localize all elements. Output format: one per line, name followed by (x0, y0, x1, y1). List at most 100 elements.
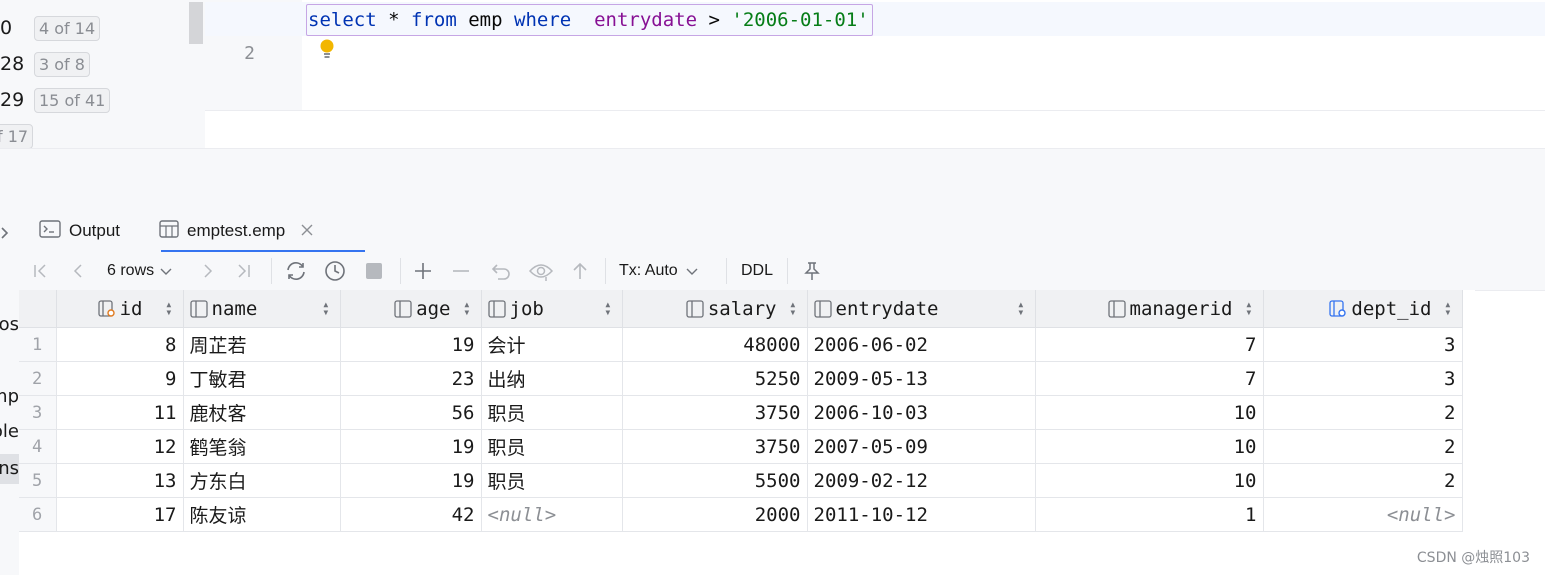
row-number-header[interactable] (19, 290, 57, 328)
table-row[interactable]: 4 12 鹤笔翁 19 职员 3750 2007-05-09 10 2 (19, 429, 1475, 464)
cell-age[interactable]: 19 (340, 327, 482, 362)
prev-page-icon[interactable] (67, 252, 89, 290)
last-page-icon[interactable] (233, 252, 255, 290)
cell-entrydate[interactable]: 2011-10-12 (807, 497, 1036, 532)
table-row[interactable]: 1 8 周芷若 19 会计 48000 2006-06-02 7 3 (19, 327, 1475, 362)
column-header-managerid[interactable]: managerid ▴ ▾ (1035, 290, 1264, 328)
cell-job[interactable]: <null> (481, 497, 623, 532)
panel-divider[interactable] (0, 148, 1545, 211)
sort-icon[interactable]: ▴ ▾ (789, 298, 796, 318)
stop-icon[interactable] (361, 252, 387, 290)
cell-entrydate[interactable]: 2007-05-09 (807, 429, 1036, 464)
row-number[interactable]: 4 (19, 429, 57, 464)
column-header-id[interactable]: id ▴ ▾ (56, 290, 184, 328)
cell-entrydate[interactable]: 2009-02-12 (807, 463, 1036, 498)
sort-icon[interactable]: ▴ ▾ (165, 298, 172, 318)
cell-name[interactable]: 鹿杖客 (183, 395, 341, 430)
refresh-icon[interactable] (283, 252, 309, 290)
cell-salary[interactable]: 48000 (622, 327, 808, 362)
tx-mode-dropdown[interactable]: Tx: Auto (619, 252, 715, 290)
cell-dept-id[interactable]: 2 (1263, 395, 1463, 430)
stat-row[interactable]: f 17 (0, 122, 34, 150)
first-page-icon[interactable] (29, 252, 51, 290)
cell-id[interactable]: 9 (56, 361, 184, 396)
cell-salary[interactable]: 3750 (622, 395, 808, 430)
cell-dept-id[interactable]: <null> (1263, 497, 1463, 532)
cell-salary[interactable]: 3750 (622, 429, 808, 464)
cell-id[interactable]: 8 (56, 327, 184, 362)
cell-entrydate[interactable]: 2009-05-13 (807, 361, 1036, 396)
close-icon[interactable] (301, 221, 313, 241)
cell-name[interactable]: 陈友谅 (183, 497, 341, 532)
cell-entrydate[interactable]: 2006-10-03 (807, 395, 1036, 430)
cell-job[interactable]: 职员 (481, 429, 623, 464)
table-row[interactable]: 6 17 陈友谅 42 <null> 2000 2011-10-12 1 <null> (19, 497, 1475, 532)
cell-age[interactable]: 23 (340, 361, 482, 396)
rows-dropdown[interactable]: 6 rows (107, 252, 183, 290)
cell-age[interactable]: 42 (340, 497, 482, 532)
column-header-salary[interactable]: salary ▴ ▾ (622, 290, 808, 328)
cell-job[interactable]: 职员 (481, 395, 623, 430)
cell-name[interactable]: 鹤笔翁 (183, 429, 341, 464)
table-row[interactable]: 2 9 丁敏君 23 出纳 5250 2009-05-13 7 3 (19, 361, 1475, 396)
cell-salary[interactable]: 2000 (622, 497, 808, 532)
revert-icon[interactable] (488, 252, 514, 290)
column-header-entrydate[interactable]: entrydate ▴ ▾ (807, 290, 1036, 328)
stat-row[interactable]: 0 4 of 14 (0, 14, 101, 42)
remove-row-icon[interactable] (448, 252, 474, 290)
next-page-icon[interactable] (197, 252, 219, 290)
cell-managerid[interactable]: 10 (1035, 463, 1264, 498)
cell-id[interactable]: 11 (56, 395, 184, 430)
sort-icon[interactable]: ▴ ▾ (1245, 298, 1252, 318)
sort-icon[interactable]: ▴ ▾ (463, 298, 470, 318)
cell-age[interactable]: 19 (340, 463, 482, 498)
cell-job[interactable]: 职员 (481, 463, 623, 498)
sort-icon[interactable]: ▴ ▾ (322, 298, 329, 318)
cell-dept-id[interactable]: 2 (1263, 429, 1463, 464)
row-number[interactable]: 1 (19, 327, 57, 362)
cell-name[interactable]: 方东白 (183, 463, 341, 498)
ddl-button[interactable]: DDL (735, 252, 779, 290)
column-header-name[interactable]: name ▴ ▾ (183, 290, 341, 328)
table-row[interactable]: 5 13 方东白 19 职员 5500 2009-02-12 10 2 (19, 463, 1475, 498)
row-number[interactable]: 2 (19, 361, 57, 396)
cell-managerid[interactable]: 10 (1035, 395, 1264, 430)
lightbulb-icon[interactable] (318, 38, 336, 65)
pin-icon[interactable] (799, 252, 825, 290)
tab-output[interactable]: Output (39, 210, 120, 252)
scrollbar-thumb[interactable] (189, 2, 203, 44)
history-icon[interactable] (322, 252, 348, 290)
cell-job[interactable]: 出纳 (481, 361, 623, 396)
sort-icon[interactable]: ▴ ▾ (1017, 298, 1024, 318)
cell-dept-id[interactable]: 3 (1263, 327, 1463, 362)
cell-managerid[interactable]: 10 (1035, 429, 1264, 464)
cell-age[interactable]: 19 (340, 429, 482, 464)
cell-id[interactable]: 17 (56, 497, 184, 532)
cell-dept-id[interactable]: 2 (1263, 463, 1463, 498)
cell-id[interactable]: 12 (56, 429, 184, 464)
sort-icon[interactable]: ▴ ▾ (1444, 298, 1451, 318)
cell-name[interactable]: 丁敏君 (183, 361, 341, 396)
row-number[interactable]: 6 (19, 497, 57, 532)
chevron-right-icon[interactable] (0, 226, 10, 245)
table-row[interactable]: 3 11 鹿杖客 56 职员 3750 2006-10-03 10 2 (19, 395, 1475, 430)
sql-statement[interactable]: select * from emp where entrydate > '200… (306, 4, 873, 36)
column-header-job[interactable]: job ▴ ▾ (481, 290, 623, 328)
cell-managerid[interactable]: 7 (1035, 327, 1264, 362)
cell-id[interactable]: 13 (56, 463, 184, 498)
cell-salary[interactable]: 5250 (622, 361, 808, 396)
cell-managerid[interactable]: 7 (1035, 361, 1264, 396)
cell-job[interactable]: 会计 (481, 327, 623, 362)
row-number[interactable]: 3 (19, 395, 57, 430)
tab-emptest-emp[interactable]: emptest.emp (159, 210, 365, 252)
cell-salary[interactable]: 5500 (622, 463, 808, 498)
row-number[interactable]: 5 (19, 463, 57, 498)
column-header-age[interactable]: age ▴ ▾ (340, 290, 482, 328)
cell-age[interactable]: 56 (340, 395, 482, 430)
stat-row[interactable]: 28 3 of 8 (0, 50, 90, 78)
cell-entrydate[interactable]: 2006-06-02 (807, 327, 1036, 362)
cell-managerid[interactable]: 1 (1035, 497, 1264, 532)
add-row-icon[interactable] (410, 252, 436, 290)
view-icon[interactable] (527, 252, 555, 290)
stat-row[interactable]: 29 15 of 41 (0, 86, 111, 114)
